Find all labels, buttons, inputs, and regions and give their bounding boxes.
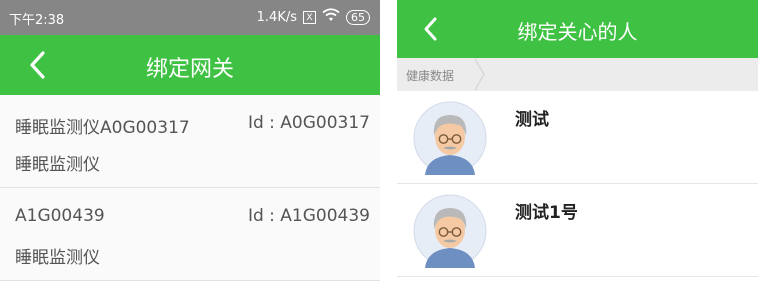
app-header: 绑定网关 <box>0 35 380 95</box>
status-indicators: 1.4K/s X 65 <box>257 8 370 26</box>
left-screen: 下午2:38 1.4K/s X 65 绑定网关 睡眠监测仪A0G00317 Id… <box>0 0 380 281</box>
device-list-item[interactable]: A1G00439 Id : A1G00439 睡眠监测仪 <box>0 188 380 281</box>
person-name: 测试1号 <box>515 203 578 223</box>
device-list: 睡眠监测仪A0G00317 Id : A0G00317 睡眠监测仪 A1G004… <box>0 95 380 281</box>
chevron-right-icon <box>474 58 485 91</box>
device-name: A1G00439 <box>15 206 105 226</box>
status-bar: 下午2:38 1.4K/s X 65 <box>0 0 380 35</box>
device-id: Id : A0G00317 <box>247 113 370 133</box>
person-list-item[interactable]: 测试1号 <box>397 184 758 277</box>
status-time: 下午2:38 <box>9 13 65 28</box>
person-name: 测试 <box>515 110 549 130</box>
no-sim-icon: X <box>303 10 316 24</box>
wifi-icon <box>322 8 340 26</box>
person-list: 测试 测试1号 <box>397 91 758 277</box>
person-list-item[interactable]: 测试 <box>397 91 758 184</box>
right-screen: 绑定关心的人 健康数据 测试 测试1号 <box>397 0 758 280</box>
device-id: Id : A1G00439 <box>247 206 370 226</box>
breadcrumb: 健康数据 <box>397 58 758 91</box>
network-speed: 1.4K/s <box>256 9 297 25</box>
device-type: 睡眠监测仪 <box>15 248 100 268</box>
elderly-man-avatar-icon <box>413 194 487 268</box>
breadcrumb-item-health-data[interactable]: 健康数据 <box>406 67 454 84</box>
device-list-item[interactable]: 睡眠监测仪A0G00317 Id : A0G00317 睡眠监测仪 <box>0 95 380 188</box>
page-title: 绑定关心的人 <box>517 20 638 44</box>
battery-icon: 65 <box>346 9 370 25</box>
page-title: 绑定网关 <box>145 57 234 82</box>
device-name: 睡眠监测仪A0G00317 <box>15 118 190 138</box>
elderly-man-avatar-icon <box>413 101 487 175</box>
device-type: 睡眠监测仪 <box>15 155 100 175</box>
app-header: 绑定关心的人 <box>397 0 758 58</box>
